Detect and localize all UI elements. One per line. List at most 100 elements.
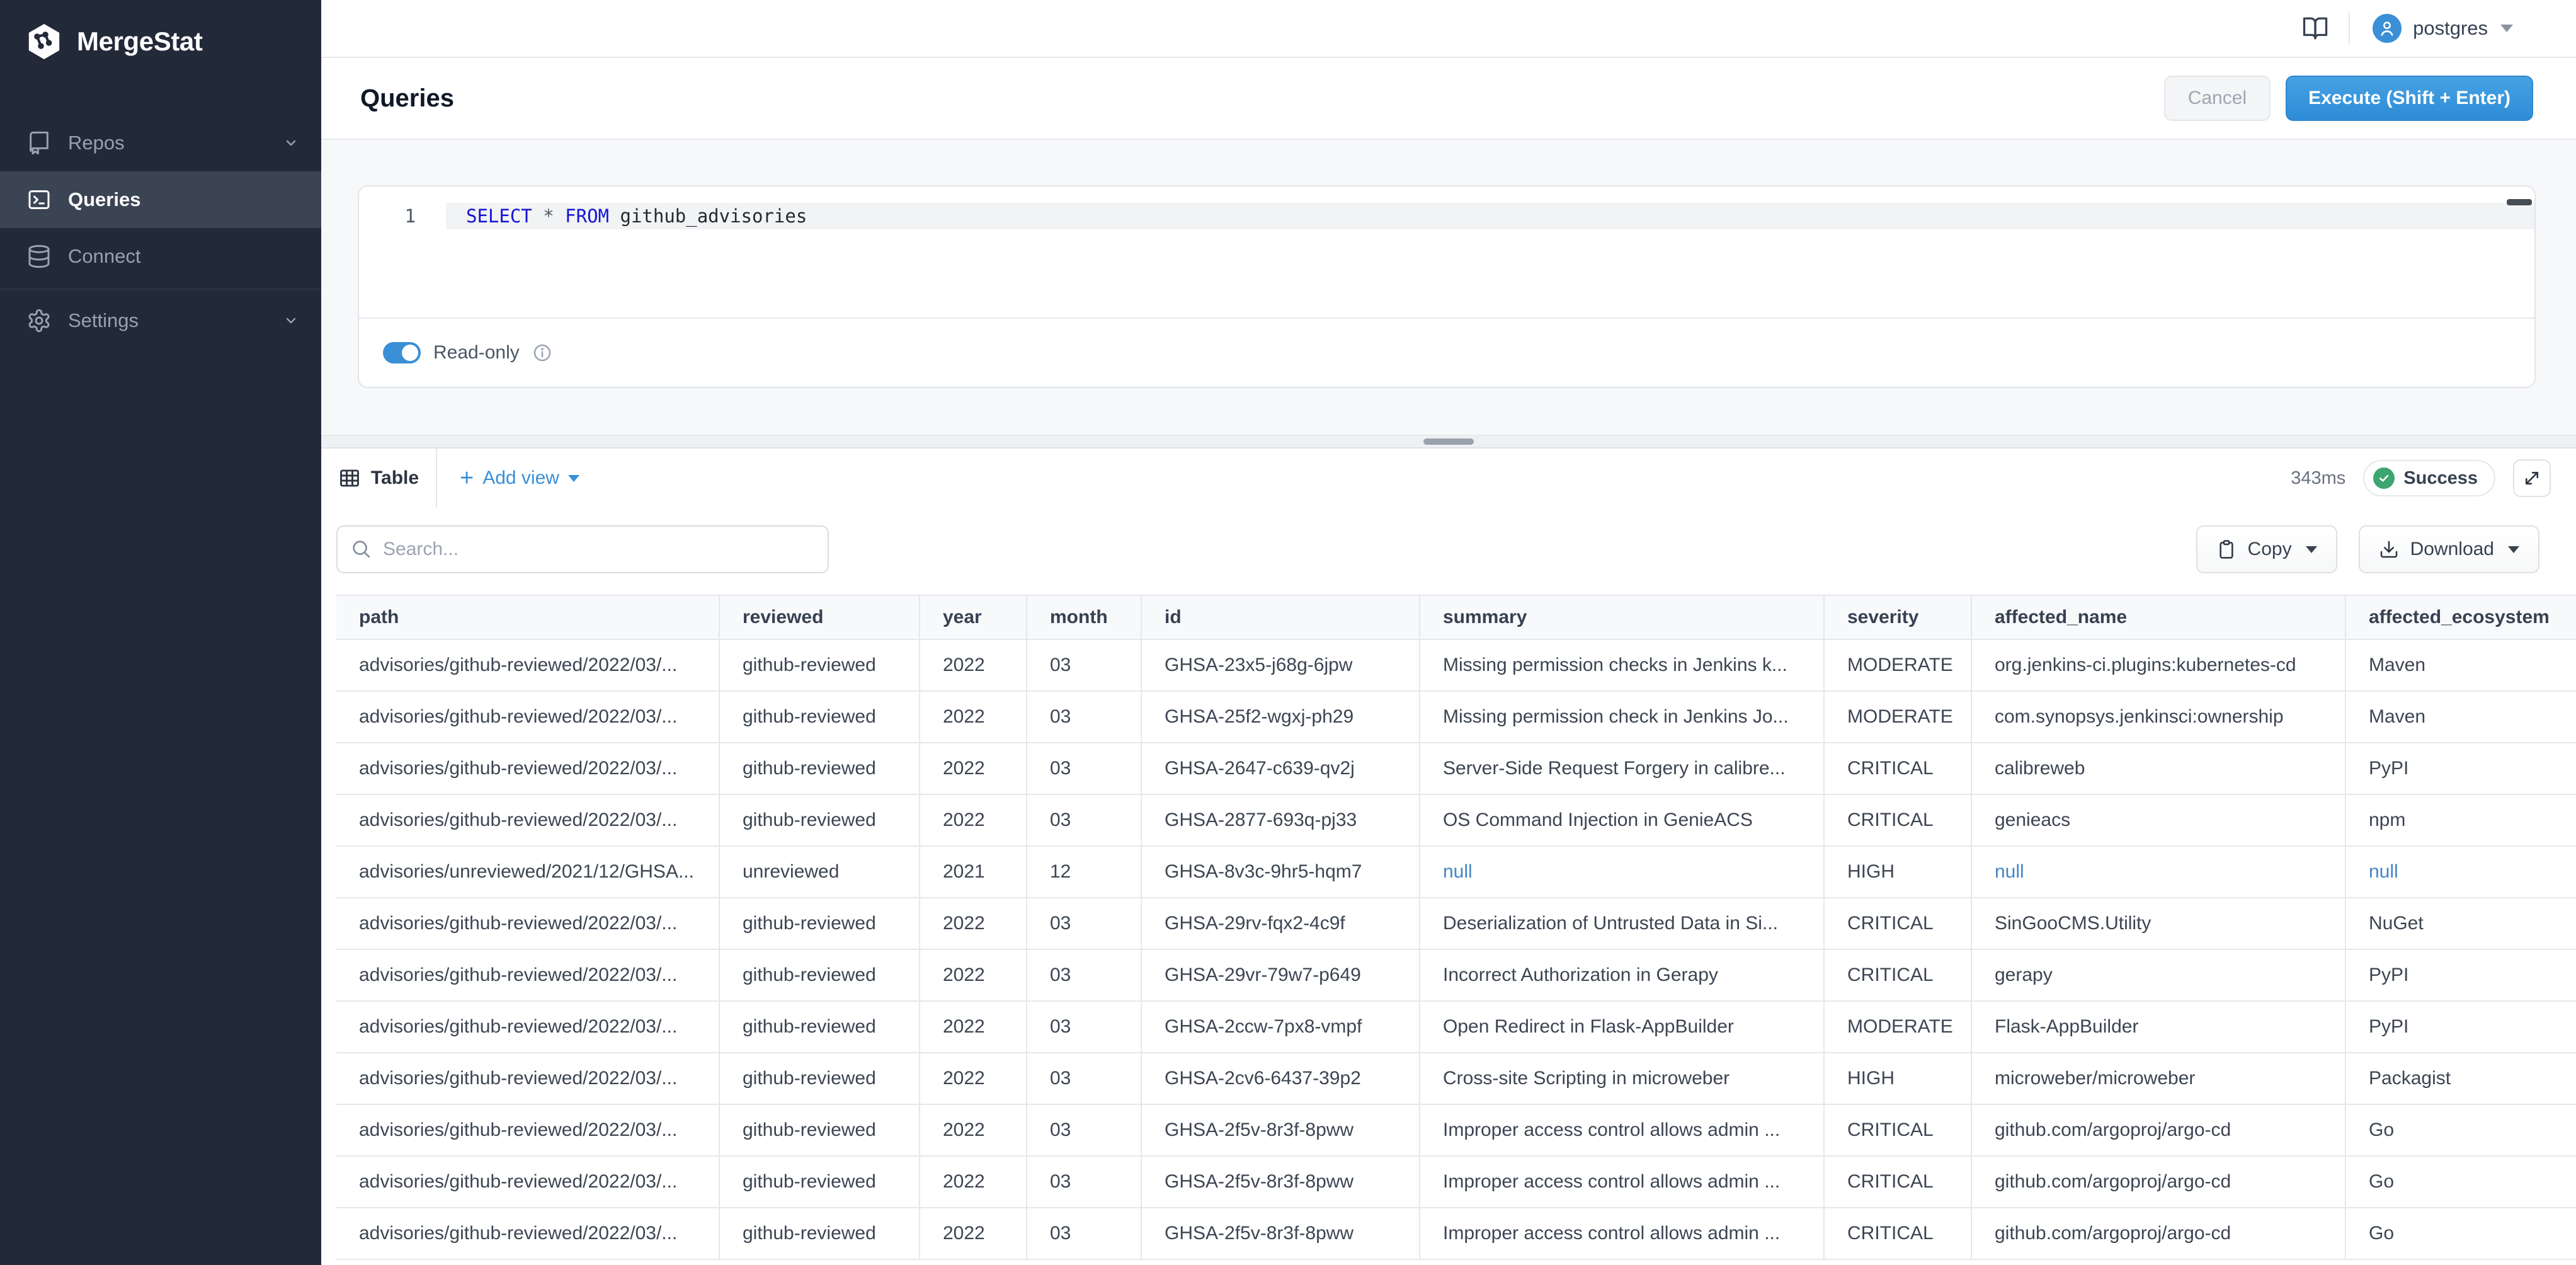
cell-reviewed: github-reviewed: [719, 1156, 920, 1208]
plus-icon: +: [460, 466, 474, 490]
sidebar-item-label: Connect: [68, 245, 140, 268]
column-header-affected_ecosystem: affected_ecosystem: [2345, 595, 2576, 639]
search-input[interactable]: [336, 525, 829, 573]
read-only-label: Read-only: [433, 342, 520, 363]
gear-icon: [26, 308, 52, 333]
add-view-caret-icon: [568, 475, 579, 482]
cell-reviewed: github-reviewed: [719, 743, 920, 794]
cell-summary: Improper access control allows admin ...: [1420, 1156, 1824, 1208]
line-number: 1: [359, 203, 446, 229]
cell-severity: HIGH: [1824, 1053, 1971, 1104]
cell-path: advisories/github-reviewed/2022/03/...: [336, 743, 719, 794]
results-meta: 343ms Success: [2291, 449, 2576, 508]
column-header-summary: summary: [1420, 595, 1824, 639]
download-caret-icon: [2508, 546, 2519, 553]
cell-severity: CRITICAL: [1824, 1208, 1971, 1259]
cell-id: GHSA-2ccw-7px8-vmpf: [1141, 1001, 1420, 1053]
column-header-id: id: [1141, 595, 1420, 639]
cell-affected_name: github.com/argoproj/argo-cd: [1971, 1208, 2345, 1259]
read-only-toggle[interactable]: [383, 342, 421, 363]
terminal-icon: [26, 187, 52, 212]
cell-affected_name: genieacs: [1971, 794, 2345, 846]
table-row: advisories/github-reviewed/2022/03/...gi…: [336, 691, 2576, 743]
cell-affected_ecosystem: Maven: [2345, 639, 2576, 691]
user-menu-label[interactable]: postgres: [2413, 17, 2488, 40]
brand: MergeStat: [0, 21, 321, 62]
sidebar-item-connect[interactable]: Connect: [0, 228, 321, 285]
cell-path: advisories/github-reviewed/2022/03/...: [336, 1001, 719, 1053]
sidebar-item-queries[interactable]: Queries: [0, 171, 321, 228]
cell-reviewed: github-reviewed: [719, 1053, 920, 1104]
cancel-button[interactable]: Cancel: [2164, 76, 2271, 121]
cell-summary: Server-Side Request Forgery in calibre..…: [1420, 743, 1824, 794]
sidebar-divider: [0, 289, 321, 290]
cell-month: 12: [1027, 846, 1141, 898]
toggle-knob: [402, 345, 418, 361]
editor-scrollbar-thumb[interactable]: [2507, 199, 2532, 205]
avatar[interactable]: [2373, 14, 2402, 43]
sidebar-item-label: Queries: [68, 188, 140, 211]
user-menu-caret-icon[interactable]: [2500, 25, 2513, 32]
cell-path: advisories/github-reviewed/2022/03/...: [336, 691, 719, 743]
cell-severity: CRITICAL: [1824, 794, 1971, 846]
cell-path: advisories/github-reviewed/2022/03/...: [336, 639, 719, 691]
cell-reviewed: github-reviewed: [719, 949, 920, 1001]
cell-summary: Missing permission check in Jenkins Jo..…: [1420, 691, 1824, 743]
sql-token: [609, 205, 620, 227]
results-tabs-row: Table + Add view 343ms Success: [321, 449, 2576, 508]
cell-year: 2022: [920, 1208, 1027, 1259]
book-icon: [26, 130, 52, 156]
sidebar-item-repos[interactable]: Repos: [0, 115, 321, 171]
cell-id: GHSA-2f5v-8r3f-8pww: [1141, 1156, 1420, 1208]
cell-affected_ecosystem: npm: [2345, 794, 2576, 846]
sql-token: [532, 205, 543, 227]
cell-month: 03: [1027, 898, 1141, 949]
cell-affected_name: com.synopsys.jenkinsci:ownership: [1971, 691, 2345, 743]
execute-button[interactable]: Execute (Shift + Enter): [2286, 76, 2533, 121]
table-grid-icon: [338, 467, 361, 489]
cell-summary: Missing permission checks in Jenkins k..…: [1420, 639, 1824, 691]
download-button[interactable]: Download: [2359, 525, 2539, 573]
add-view-button[interactable]: + Add view: [460, 449, 579, 508]
results-toolbar: Copy Download: [321, 525, 2576, 573]
cell-month: 03: [1027, 1001, 1141, 1053]
table-row: advisories/github-reviewed/2022/03/...gi…: [336, 1001, 2576, 1053]
mergestat-logo-icon: [25, 23, 63, 60]
resize-handle[interactable]: [1423, 438, 1474, 445]
cell-affected_ecosystem: PyPI: [2345, 1001, 2576, 1053]
sql-token: github_advisories: [620, 205, 807, 227]
cell-id: GHSA-2f5v-8r3f-8pww: [1141, 1104, 1420, 1156]
tab-table[interactable]: Table: [321, 449, 437, 508]
copy-button[interactable]: Copy: [2196, 525, 2337, 573]
readonly-row: Read-only: [359, 318, 2534, 387]
table-row: advisories/github-reviewed/2022/03/...gi…: [336, 1053, 2576, 1104]
app-window: MergeStat Repos Queries: [0, 0, 2576, 1265]
cell-path: advisories/unreviewed/2021/12/GHSA...: [336, 846, 719, 898]
docs-book-icon[interactable]: [2302, 15, 2328, 42]
cell-severity: HIGH: [1824, 846, 1971, 898]
page-title: Queries: [360, 84, 2164, 113]
cell-affected_name: null: [1971, 846, 2345, 898]
sidebar-item-label: Settings: [68, 309, 139, 332]
cell-summary: Incorrect Authorization in Gerapy: [1420, 949, 1824, 1001]
sql-editor[interactable]: 1 SELECT * FROM github_advisories: [359, 186, 2534, 319]
cell-id: GHSA-29rv-fqx2-4c9f: [1141, 898, 1420, 949]
expand-button[interactable]: [2513, 459, 2551, 497]
cell-summary: Deserialization of Untrusted Data in Si.…: [1420, 898, 1824, 949]
cell-year: 2021: [920, 846, 1027, 898]
sql-token: *: [543, 205, 554, 227]
table-row: advisories/github-reviewed/2022/03/...gi…: [336, 1104, 2576, 1156]
cell-affected_ecosystem: PyPI: [2345, 949, 2576, 1001]
cell-id: GHSA-2877-693q-pj33: [1141, 794, 1420, 846]
editor-zone: 1 SELECT * FROM github_advisories Read-o…: [321, 140, 2576, 435]
table-row: advisories/github-reviewed/2022/03/...gi…: [336, 794, 2576, 846]
results-table-wrap: pathreviewedyearmonthidsummaryseverityaf…: [336, 595, 2576, 1265]
sidebar-item-settings[interactable]: Settings: [0, 292, 321, 349]
sql-code-line[interactable]: SELECT * FROM github_advisories: [446, 203, 807, 229]
cell-id: GHSA-25f2-wgxj-ph29: [1141, 691, 1420, 743]
info-icon[interactable]: [532, 343, 552, 363]
table-row: advisories/github-reviewed/2022/03/...gi…: [336, 898, 2576, 949]
cell-summary: Improper access control allows admin ...: [1420, 1104, 1824, 1156]
panel-resize-strip: [321, 435, 2576, 449]
cell-path: advisories/github-reviewed/2022/03/...: [336, 949, 719, 1001]
